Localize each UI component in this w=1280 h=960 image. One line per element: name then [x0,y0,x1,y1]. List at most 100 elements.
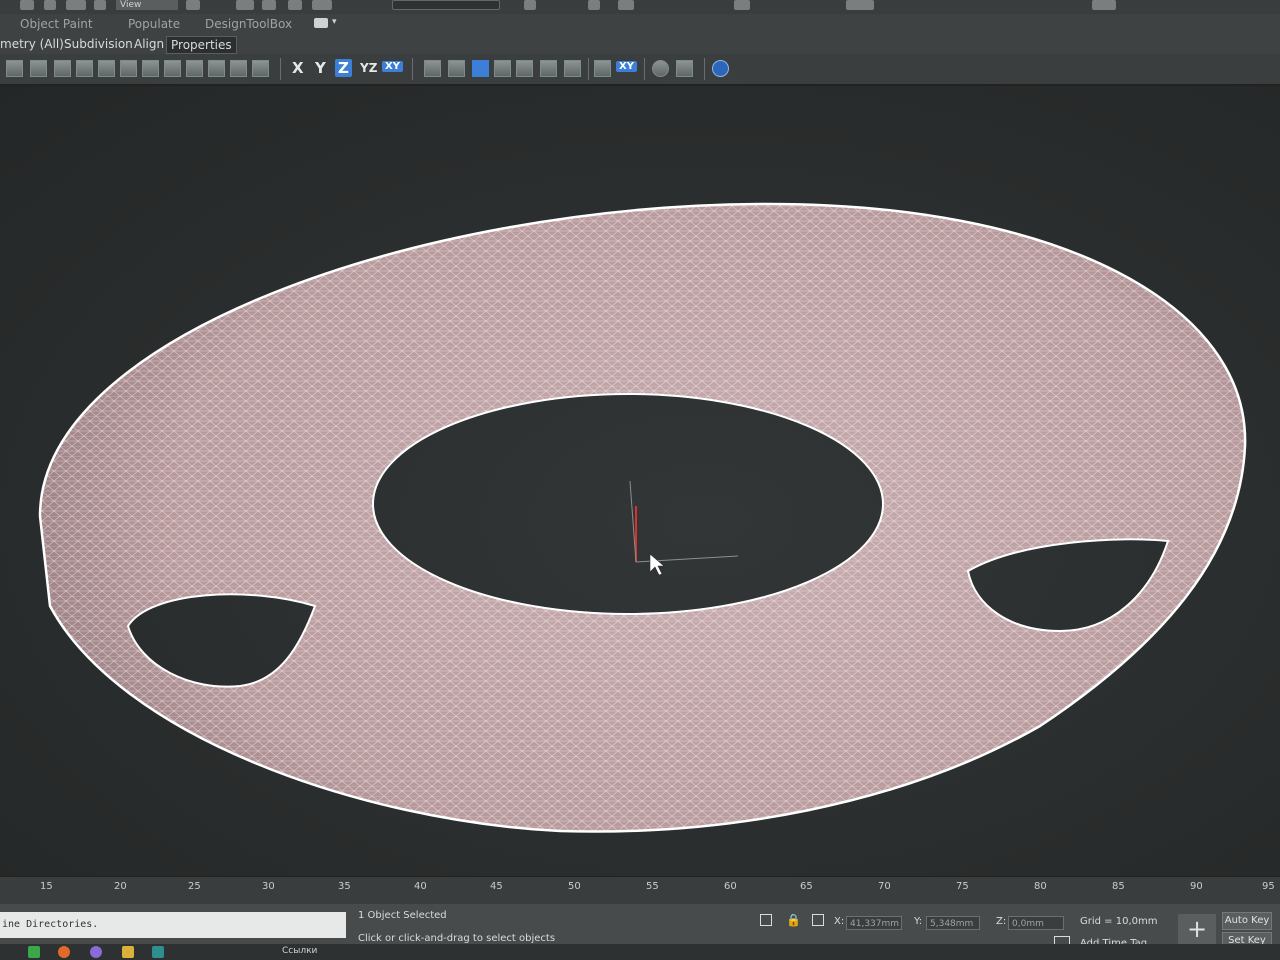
taskbar-links[interactable]: Ссылки [282,946,317,956]
pattern-tool-icon[interactable] [230,60,247,77]
tick-label: 75 [956,881,969,892]
move-icon[interactable] [186,0,200,10]
dots-tool-icon[interactable] [424,60,441,77]
ribbon-subtab-row: metry (All) Subdivision Align Properties [0,34,1280,54]
relax-tool-icon[interactable] [252,60,269,77]
axis-xy-button[interactable]: XY [382,61,403,72]
curve-editor-icon[interactable] [734,0,750,10]
y-label: Y: [914,916,923,927]
rotate-icon[interactable] [262,0,276,10]
scale-icon[interactable] [236,0,254,10]
app-icon[interactable] [28,946,40,958]
browser-icon[interactable] [90,946,102,958]
tick-label: 80 [1034,881,1047,892]
selection-tool-icon[interactable] [54,60,71,77]
paint-tool-icon[interactable] [540,60,557,77]
tick-label: 85 [1112,881,1125,892]
mesh-tool-icon[interactable] [120,60,137,77]
auto-key-button[interactable]: Auto Key [1222,912,1272,930]
layer-icon[interactable] [618,0,634,10]
render-icon[interactable] [1092,0,1116,10]
bind-icon[interactable] [66,0,86,10]
toolbar-separator [588,58,589,80]
percent-snap-icon[interactable] [312,0,332,10]
lock-icon[interactable]: 🔒 [786,913,801,927]
tick-label: 25 [188,881,201,892]
render-material-icon[interactable] [676,60,693,77]
layer-manager-icon[interactable] [6,60,23,77]
grid-tool-icon[interactable] [76,60,93,77]
align-icon[interactable] [588,0,600,10]
named-selection-field[interactable] [392,0,500,10]
layer-tool-icon[interactable] [30,60,47,77]
pen-tool-icon[interactable] [564,60,581,77]
tick-label: 15 [40,881,53,892]
toolbar-separator [644,58,645,80]
z-label: Z: [996,916,1007,927]
axis-y-button[interactable]: Y [315,59,326,77]
toolbar-separator [280,58,281,80]
y-coordinate-field[interactable]: 5,348mm [926,916,980,930]
axis-x-button[interactable]: X [292,59,304,77]
toolbar-separator [412,58,413,80]
tab-object-paint[interactable]: Object Paint [20,17,93,31]
tab-designtoolbox[interactable]: DesignToolBox [205,17,292,31]
checker-tool-icon[interactable] [98,60,115,77]
view-dropdown[interactable]: View [116,0,178,10]
split-tool-icon[interactable] [186,60,203,77]
folder-icon[interactable] [122,946,134,958]
chevron-down-icon[interactable]: ▾ [332,17,337,27]
edit-tool-2-icon[interactable] [516,60,533,77]
cross-tool-icon[interactable] [142,60,159,77]
flip-tool-icon[interactable] [164,60,181,77]
qr-plugin-icon[interactable] [712,60,729,77]
firefox-icon[interactable] [58,946,70,958]
axis-z-button[interactable]: Z [335,59,352,77]
wireframe-mesh[interactable] [0,86,1280,876]
z-coordinate-field[interactable]: 0,0mm [1008,916,1064,930]
render-setup-icon[interactable] [846,0,874,10]
active-edit-icon[interactable] [472,60,489,77]
3dsmax-icon[interactable] [152,946,164,958]
mirror-icon[interactable] [524,0,536,10]
xy-plane-button[interactable]: XY [616,61,637,72]
perspective-viewport[interactable] [0,86,1280,876]
edit-tool-icon[interactable] [494,60,511,77]
tick-label: 35 [338,881,351,892]
isolate-icon[interactable] [760,914,772,926]
material-icon[interactable] [652,60,669,77]
timeline-ruler[interactable]: 15 20 25 30 35 40 45 50 55 60 65 70 75 8… [0,876,1280,905]
tick-label: 60 [724,881,737,892]
tab-populate[interactable]: Populate [128,17,180,31]
tick-label: 90 [1190,881,1203,892]
grid-size: Grid = 10,0mm [1080,916,1158,927]
link-icon[interactable] [44,0,56,10]
prompt-line: Click or click-and-drag to select object… [358,933,556,944]
weld-tool-icon[interactable] [208,60,225,77]
select-icon[interactable] [20,0,34,10]
tick-label: 40 [414,881,427,892]
tick-label: 65 [800,881,813,892]
selection-status: 1 Object Selected [358,910,447,921]
x-coordinate-field[interactable]: 41,337mm [846,916,902,930]
ribbon-toggle-icon[interactable] [314,18,328,28]
snap-icon[interactable] [288,0,302,10]
toolbar-separator [704,58,705,80]
ribbon-tab-row: Object Paint Populate DesignToolBox ▾ [0,14,1280,34]
ribbon-tools: X Y Z YZ XY XY [0,54,1280,86]
tab-align[interactable]: Align [130,36,168,52]
tick-label: 20 [114,881,127,892]
path-tool-icon[interactable] [448,60,465,77]
add-key-icon[interactable]: + [1178,914,1216,944]
tick-label: 50 [568,881,581,892]
axis-yz-button[interactable]: YZ [360,61,377,75]
absolute-mode-icon[interactable] [812,914,824,926]
tab-properties[interactable]: Properties [166,36,237,54]
tab-subdivision[interactable]: Subdivision [60,36,137,52]
maxscript-listener[interactable]: ine Directories. [0,912,346,938]
tab-geometry-all[interactable]: metry (All) [0,36,68,52]
tick-label: 55 [646,881,659,892]
snowflake-icon[interactable] [594,60,611,77]
sphere-icon[interactable] [94,0,106,10]
tick-label: 45 [490,881,503,892]
